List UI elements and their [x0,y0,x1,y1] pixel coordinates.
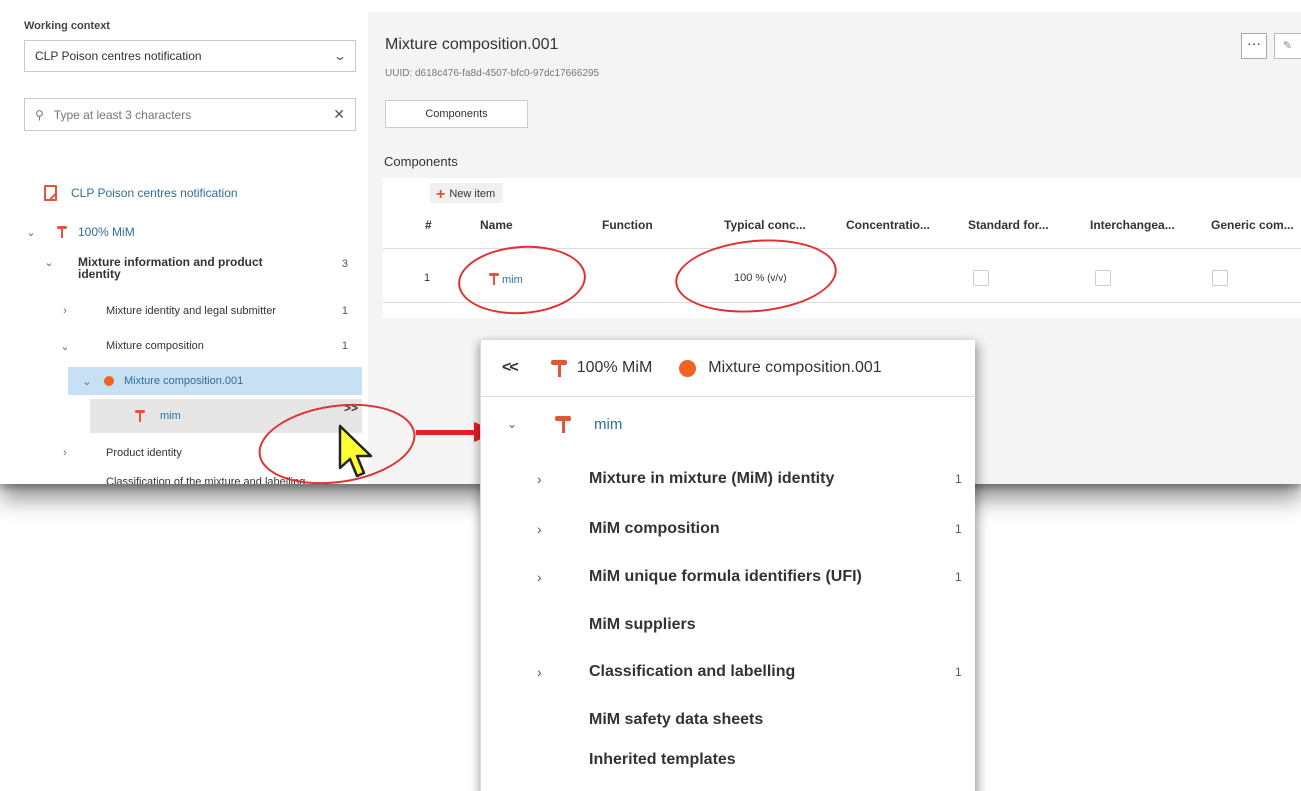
column-header[interactable]: # [425,218,432,232]
column-header[interactable]: Function [602,218,653,232]
generic-component-checkbox[interactable] [1212,270,1228,286]
tag-icon[interactable]: ✎ [1274,33,1301,59]
tree-root-item[interactable]: CLP Poison centres notification [10,183,362,203]
tree-section-item[interactable]: ⌄ Mixture information and product identi… [10,256,362,286]
panel-item-count: 1 [955,472,962,486]
tree-mixture-label: 100% MiM [78,225,135,239]
panel-mim-label: mim [594,415,623,433]
panel-item[interactable]: › Classification and labelling 1 [481,660,976,684]
chevron-down-icon: ⌄ [332,49,348,63]
column-header[interactable]: Interchangea... [1090,218,1175,232]
row-index: 1 [424,272,431,284]
tree-mim-label: mim [160,410,181,422]
caret-right-icon[interactable]: › [537,471,542,487]
mixture-icon [555,414,571,434]
zoomed-tree-panel: << 100% MiM Mixture composition.001 ⌄ mi… [480,340,976,791]
caret-right-icon[interactable]: › [537,521,542,537]
plus-icon: + [436,186,446,203]
panel-item-label: MiM composition [589,520,720,537]
panel-item[interactable]: MiM safety data sheets [481,708,976,732]
caret-right-icon[interactable]: › [537,664,542,680]
panel-item-label: MiM suppliers [589,616,696,633]
column-header[interactable]: Standard for... [968,218,1049,232]
mouse-cursor-icon [338,424,373,478]
tree-root-label: CLP Poison centres notification [71,186,238,200]
tree-composition-count: 1 [341,340,348,352]
tree-search[interactable]: ⚲ ✕ [24,98,356,131]
breadcrumb-mixture[interactable]: 100% MiM [577,359,653,377]
tree-section-label: Mixture information and product identity [78,255,263,281]
panel-item-label: Mixture in mixture (MiM) identity [589,470,835,487]
caret-down-icon[interactable]: ⌄ [507,417,517,431]
new-item-button[interactable]: + New item [430,183,504,203]
clear-icon[interactable]: ✕ [333,106,345,123]
tab-components[interactable]: Components [385,100,528,128]
mixture-icon [550,358,567,378]
tree-section-count: 3 [341,258,348,270]
caret-right-icon[interactable]: › [537,569,542,585]
tree-selected-item[interactable]: ⌄ Mixture composition.001 [68,367,362,395]
panel-item-count: 1 [955,570,962,584]
collapse-panel-button[interactable]: << [502,359,519,377]
caret-right-icon[interactable]: › [58,305,72,317]
caret-down-icon[interactable]: ⌄ [58,340,72,353]
search-icon: ⚲ [35,107,44,122]
tree-composition-item[interactable]: ⌄ Mixture composition 1 [10,336,362,356]
panel-item[interactable]: Inherited templates [481,748,976,772]
tree-classification-label: Classification of the mixture and labell… [106,476,306,484]
standard-formula-checkbox[interactable] [973,270,989,286]
dossier-icon [44,185,57,201]
panel-item-label: MiM safety data sheets [589,711,764,728]
tree-identity-item[interactable]: › Mixture identity and legal submitter 1 [10,301,362,321]
panel-item-label: Inherited templates [589,751,736,768]
interchangeable-checkbox[interactable] [1095,270,1111,286]
column-header[interactable]: Typical conc... [724,218,806,232]
panel-item-count: 1 [955,522,962,536]
panel-item[interactable]: › MiM composition 1 [481,517,976,541]
panel-item[interactable]: › MiM unique formula identifiers (UFI) 1 [481,565,976,589]
panel-item-label: MiM unique formula identifiers (UFI) [589,568,862,585]
mixture-icon [56,225,68,239]
caret-down-icon[interactable]: ⌄ [24,226,38,239]
caret-down-icon[interactable]: ⌄ [42,256,56,269]
record-dot-icon [679,359,697,377]
page-title: Mixture composition.001 [385,36,559,53]
panel-item-label: Classification and labelling [589,663,796,680]
section-title: Components [384,154,458,169]
column-header[interactable]: Name [480,218,513,232]
column-header[interactable]: Concentratio... [846,218,930,232]
tree-identity-count: 1 [341,305,348,317]
tree-mixture-item[interactable]: ⌄ 100% MiM [10,222,362,242]
tree-selected-label: Mixture composition.001 [124,375,244,387]
working-context-value: CLP Poison centres notification [35,49,202,63]
panel-item-count: 1 [955,665,962,679]
panel-item[interactable]: MiM suppliers [481,613,976,637]
callout-arrow [416,430,476,435]
tree-product-label: Product identity [106,447,182,459]
panel-item[interactable]: › Mixture in mixture (MiM) identity 1 [481,467,976,491]
tree-identity-label: Mixture identity and legal submitter [106,305,276,317]
caret-right-icon[interactable]: › [58,447,72,459]
tree-search-input[interactable] [53,107,334,122]
mixture-icon [134,409,146,423]
working-context-select[interactable]: CLP Poison centres notification ⌄ [24,40,356,72]
panel-breadcrumb: << 100% MiM Mixture composition.001 [481,340,976,397]
breadcrumb-composition[interactable]: Mixture composition.001 [708,359,881,377]
record-dot-icon [104,376,114,386]
new-item-label: New item [449,188,496,200]
working-context-label: Working context [24,20,110,32]
caret-down-icon[interactable]: ⌄ [80,375,94,388]
more-actions-button[interactable]: ··· [1241,33,1267,59]
panel-mim-item[interactable]: ⌄ mim [481,412,976,436]
column-header[interactable]: Generic com... [1211,218,1294,232]
tree-composition-label: Mixture composition [106,340,204,352]
record-uuid: UUID: d618c476-fa8d-4507-bfc0-97dc176662… [385,68,600,79]
